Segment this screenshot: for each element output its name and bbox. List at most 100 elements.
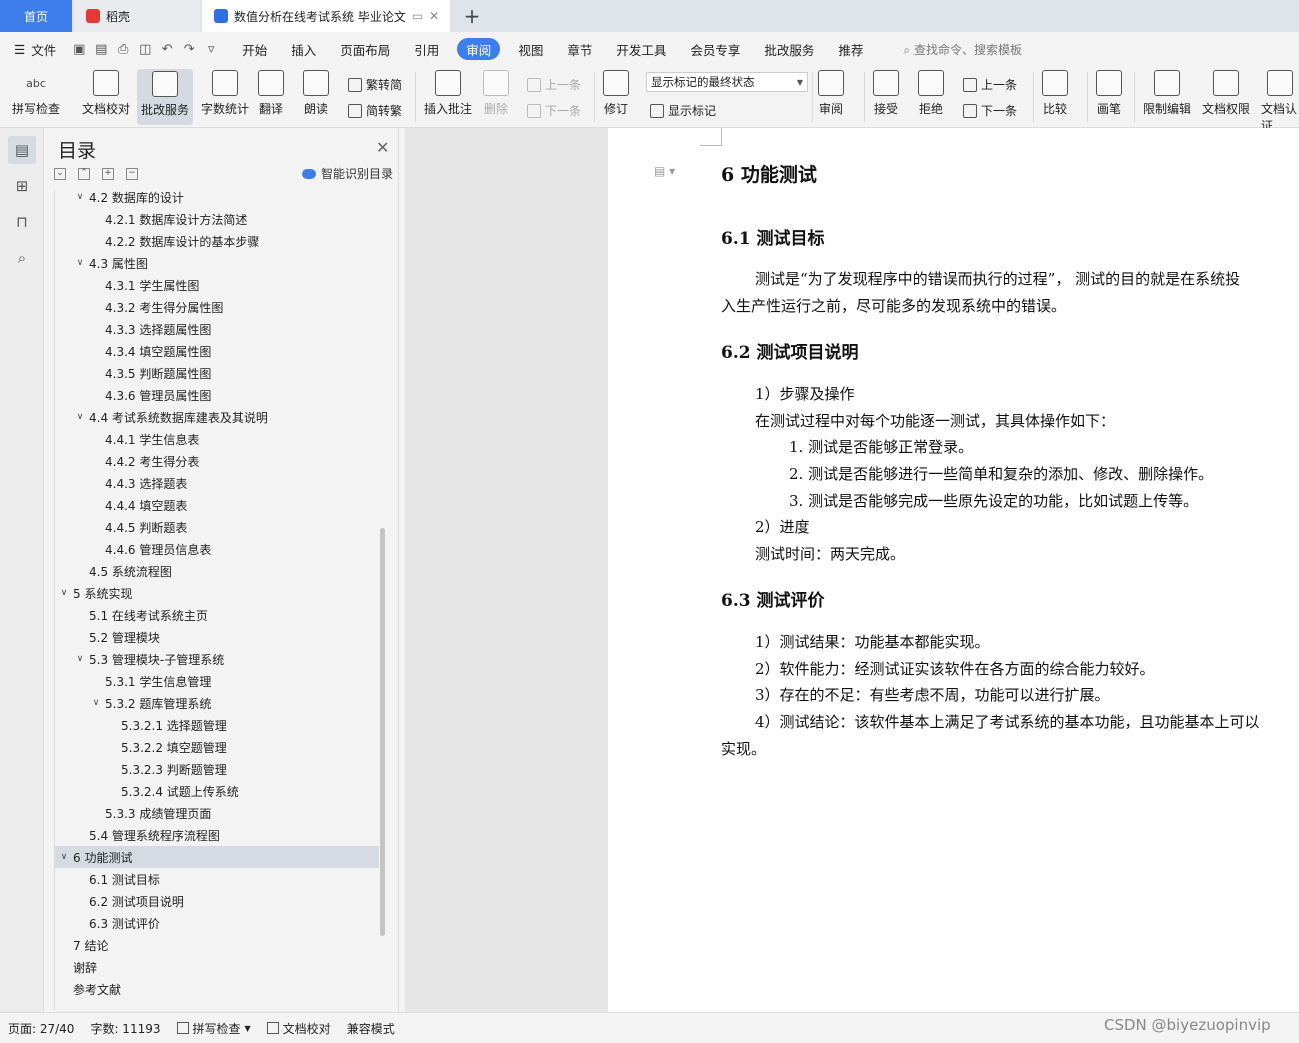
tab-document[interactable]: 数值分析在线考试系统 毕业论文 ▭ ✕ [202, 0, 450, 32]
page-indicator[interactable]: 页面: 27/40 [0, 1020, 82, 1037]
command-search[interactable]: ⌕ 查找命令、搜索模板 [875, 41, 1022, 58]
close-icon[interactable]: ✕ [429, 9, 439, 23]
word-count-indicator[interactable]: 字数: 11193 [82, 1020, 168, 1037]
proofread-button[interactable]: 文档校对 [82, 70, 130, 117]
smart-toc-button[interactable]: 智能识别目录 [302, 165, 393, 182]
toc-item[interactable]: 5.3.2.2 填空题管理 [55, 736, 379, 758]
preview-icon[interactable]: ◫ [136, 42, 154, 57]
word-count-button[interactable]: 字数统计 [201, 70, 249, 117]
file-menu[interactable]: ☰ 文件 [0, 38, 68, 60]
status-proofread[interactable]: 文档校对 [259, 1020, 339, 1037]
next-change-button[interactable]: 下一条 [963, 102, 1017, 119]
export-icon[interactable]: ▤ [92, 42, 110, 57]
add-level-icon[interactable]: + [102, 168, 114, 180]
new-tab-button[interactable]: + [458, 0, 486, 32]
toc-item[interactable]: ∨ 5.3.2 题库管理系统 [55, 692, 379, 714]
redo-icon[interactable]: ↷ [180, 42, 198, 57]
menu-developer[interactable]: 开发工具 [604, 38, 678, 60]
toc-scrollbar[interactable] [380, 528, 385, 936]
tab-screen-icon[interactable]: ▭ [412, 9, 423, 23]
save-icon[interactable]: ▣ [70, 42, 88, 57]
simp-to-trad-button[interactable]: 简转繁 [348, 102, 402, 119]
prev-change-button[interactable]: 上一条 [963, 76, 1017, 93]
toc-item[interactable]: 5.1 在线考试系统主页 [55, 604, 379, 626]
tab-home[interactable]: 首页 [0, 0, 72, 32]
toc-item[interactable]: ∨ 5 系统实现 [55, 582, 379, 604]
toc-panel-icon[interactable]: ▤ [8, 136, 36, 164]
correction-service-button[interactable]: 批改服务 [137, 69, 193, 125]
search-icon[interactable]: ⌕ [8, 244, 36, 272]
menu-view[interactable]: 视图 [506, 38, 555, 60]
toc-item[interactable]: 4.3.3 选择题属性图 [55, 318, 379, 340]
toc-item[interactable]: 6.1 测试目标 [55, 868, 379, 890]
accept-button[interactable]: 接受 [873, 70, 899, 117]
toc-item[interactable]: 5.2 管理模块 [55, 626, 379, 648]
toc-item[interactable]: 4.2.1 数据库设计方法简述 [55, 208, 379, 230]
chevron-down-icon[interactable]: ∨ [89, 698, 103, 708]
menu-start[interactable]: 开始 [230, 38, 279, 60]
panel-divider[interactable] [398, 128, 399, 1012]
document-page[interactable]: ▤ ▾ 6 功能测试 6.1 测试目标 测试是“为了发现程序中的错误而执行的过程… [608, 128, 1299, 1012]
toc-item[interactable]: 7 结论 [55, 934, 379, 956]
collapse-all-icon[interactable]: ⌄ [54, 168, 66, 180]
toc-item[interactable]: 5.3.2.4 试题上传系统 [55, 780, 379, 802]
toc-item[interactable]: ∨ 4.4 考试系统数据库建表及其说明 [55, 406, 379, 428]
translate-button[interactable]: 翻译 [258, 70, 284, 117]
toc-item[interactable]: 5.3.1 学生信息管理 [55, 670, 379, 692]
chevron-down-icon[interactable]: ∨ [73, 654, 87, 664]
toc-item[interactable]: 4.3.6 管理员属性图 [55, 384, 379, 406]
delete-comment-button[interactable]: 删除 [483, 70, 509, 117]
status-spell-check[interactable]: 拼写检查 ▼ [169, 1020, 259, 1037]
toc-item[interactable]: 谢辞 [55, 956, 379, 978]
chevron-down-icon[interactable]: ∨ [73, 412, 87, 422]
read-aloud-button[interactable]: 朗读 [303, 70, 329, 117]
remove-level-icon[interactable]: − [126, 168, 138, 180]
doc-permission-button[interactable]: 文档权限 [1202, 70, 1250, 117]
more-icon[interactable]: ▿ [202, 42, 220, 57]
insert-comment-button[interactable]: 插入批注 [424, 70, 472, 117]
chevron-down-icon[interactable]: ∨ [57, 588, 71, 598]
chevron-down-icon[interactable]: ∨ [73, 192, 87, 202]
undo-icon[interactable]: ↶ [158, 42, 176, 57]
trad-to-simp-button[interactable]: 繁转简 [348, 76, 402, 93]
review-pane-button[interactable]: 审阅 [818, 70, 844, 117]
toc-item[interactable]: 4.4.6 管理员信息表 [55, 538, 379, 560]
menu-chapter[interactable]: 章节 [555, 38, 604, 60]
tab-daoke[interactable]: 稻壳 [74, 0, 200, 32]
bookmark-icon[interactable]: ⊓ [8, 208, 36, 236]
expand-up-icon[interactable]: ⌃ [78, 168, 90, 180]
menu-insert[interactable]: 插入 [279, 38, 328, 60]
toc-item[interactable]: 4.4.5 判断题表 [55, 516, 379, 538]
restrict-edit-button[interactable]: 限制编辑 [1143, 70, 1191, 117]
toc-item[interactable]: 5.4 管理系统程序流程图 [55, 824, 379, 846]
toc-item[interactable]: 5.3.2.1 选择题管理 [55, 714, 379, 736]
pen-button[interactable]: 画笔 [1096, 70, 1122, 117]
toc-item[interactable]: 4.4.2 考生得分表 [55, 450, 379, 472]
menu-page-layout[interactable]: 页面布局 [328, 38, 402, 60]
toc-item[interactable]: 4.2.2 数据库设计的基本步骤 [55, 230, 379, 252]
toc-item[interactable]: ∨ 4.2 数据库的设计 [55, 190, 379, 208]
toc-item[interactable]: 6.2 测试项目说明 [55, 890, 379, 912]
print-icon[interactable]: ⎙ [114, 42, 132, 57]
toc-item[interactable]: 4.3.2 考生得分属性图 [55, 296, 379, 318]
doc-cert-button[interactable]: 文档认证 [1261, 70, 1299, 134]
chapter-nav-icon[interactable]: ⊞ [8, 172, 36, 200]
toc-item[interactable]: 4.4.1 学生信息表 [55, 428, 379, 450]
toc-item[interactable]: 4.3.5 判断题属性图 [55, 362, 379, 384]
menu-review[interactable]: 审阅 [457, 38, 501, 60]
close-icon[interactable]: ✕ [376, 138, 389, 157]
menu-recommend[interactable]: 推荐 [826, 38, 875, 60]
toc-item[interactable]: 4.3.1 学生属性图 [55, 274, 379, 296]
toc-item[interactable]: 4.4.3 选择题表 [55, 472, 379, 494]
markup-state-select[interactable]: 显示标记的最终状态 ▼ [646, 72, 808, 92]
chevron-down-icon[interactable]: ∨ [73, 258, 87, 268]
paragraph-icon[interactable]: ▤ ▾ [654, 164, 675, 178]
toc-item[interactable]: 参考文献 [55, 978, 379, 1000]
toc-item[interactable]: 4.4.4 填空题表 [55, 494, 379, 516]
compare-button[interactable]: 比较 [1042, 70, 1068, 117]
toc-item[interactable]: 4.3.4 填空题属性图 [55, 340, 379, 362]
spell-check-button[interactable]: abc 拼写检查 [12, 70, 60, 117]
toc-item[interactable]: 6.3 测试评价 [55, 912, 379, 934]
toc-item[interactable]: 5.3.3 成绩管理页面 [55, 802, 379, 824]
toc-item[interactable]: ∨ 6 功能测试 [55, 846, 379, 868]
